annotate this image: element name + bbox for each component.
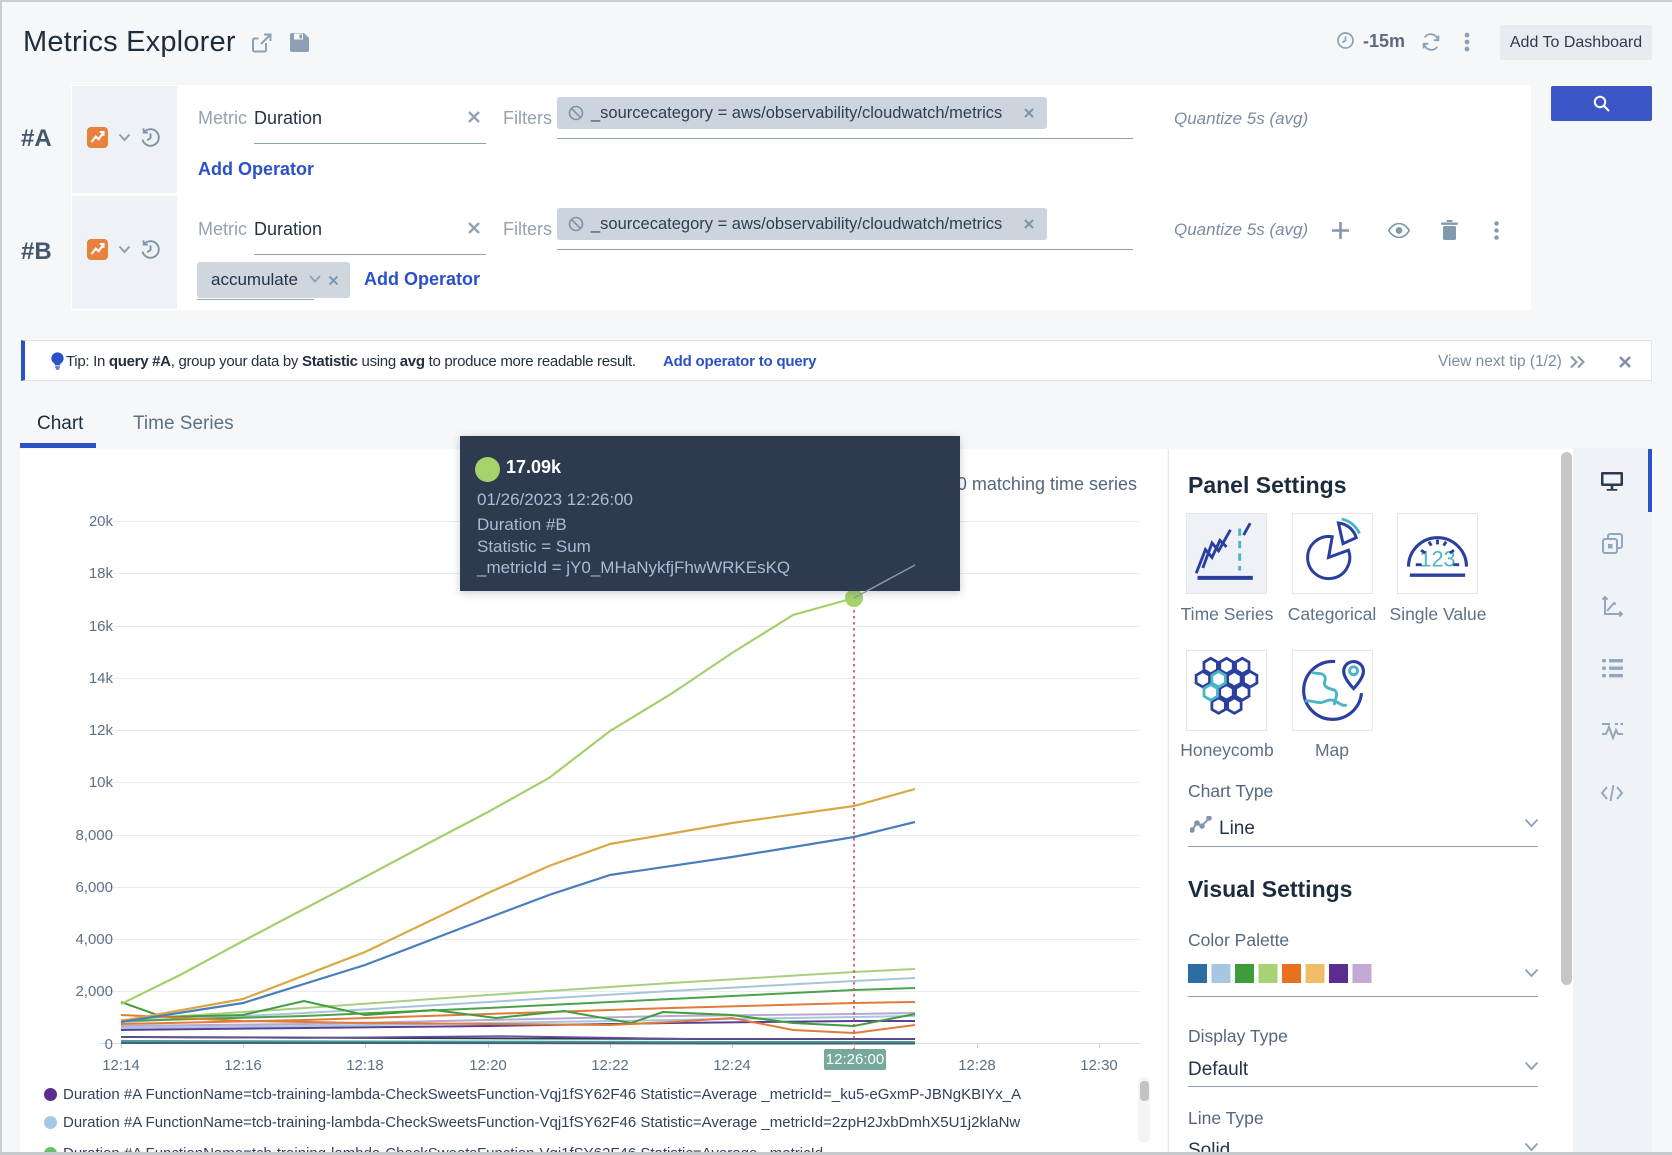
svg-text:123: 123: [1419, 547, 1455, 572]
